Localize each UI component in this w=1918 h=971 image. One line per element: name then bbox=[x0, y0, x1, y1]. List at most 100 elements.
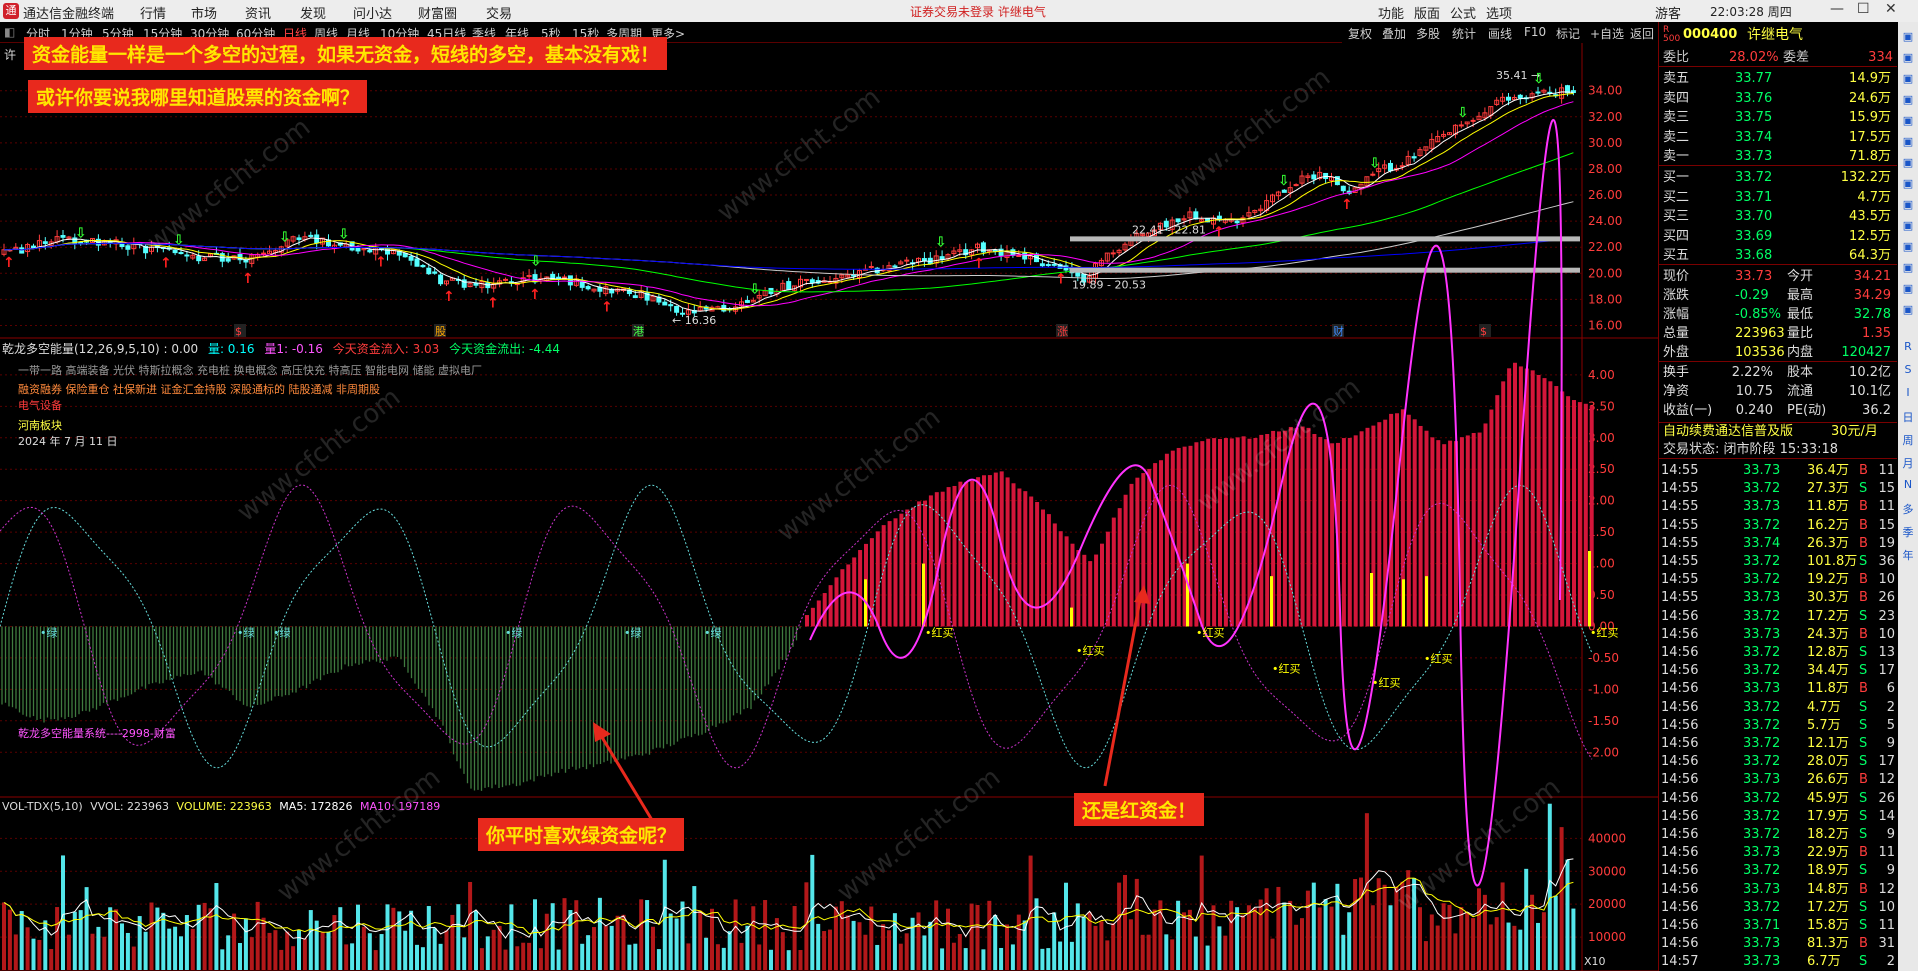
side-tool-item[interactable]: 季 bbox=[1900, 524, 1916, 540]
volume-bar bbox=[857, 922, 862, 970]
red-energy-bar bbox=[805, 615, 809, 627]
red-energy-bar bbox=[1129, 483, 1134, 627]
red-energy-bar bbox=[1548, 381, 1553, 627]
candle-body bbox=[414, 258, 420, 267]
toolbar-duogu[interactable]: 多股 bbox=[1416, 25, 1440, 42]
tick-count: 9 bbox=[1886, 827, 1895, 842]
login-notice[interactable]: 证券交易未登录 许继电气 bbox=[910, 3, 1046, 20]
tick-time: 14:56 bbox=[1661, 663, 1699, 679]
side-tool-item[interactable]: 年 bbox=[1900, 547, 1916, 563]
candle-body bbox=[585, 286, 591, 290]
candle-body bbox=[1045, 264, 1051, 267]
tick-volume: 11.8万 bbox=[1807, 681, 1849, 697]
tick-side: S bbox=[1859, 790, 1868, 806]
tick-row: 14:56 33.72 12.8万 S 13 bbox=[1659, 644, 1897, 662]
menu-item-jiaoyi[interactable]: 交易 bbox=[486, 3, 512, 22]
side-tool-icon[interactable]: ▣ bbox=[1900, 30, 1916, 43]
side-tool-icon[interactable]: ▣ bbox=[1900, 177, 1916, 190]
tick-row: 14:56 33.72 28.0万 S 17 bbox=[1659, 753, 1897, 771]
yellow-signal-bar bbox=[1425, 576, 1428, 627]
side-tool-icon[interactable]: ▣ bbox=[1900, 303, 1916, 316]
side-tool-item[interactable]: 周 bbox=[1900, 432, 1916, 448]
toolbar-diejia[interactable]: 叠加 bbox=[1382, 25, 1406, 42]
tick-count: 14 bbox=[1878, 808, 1895, 824]
red-energy-bar bbox=[1052, 523, 1057, 627]
toolbar-tongji[interactable]: 统计 bbox=[1452, 25, 1476, 42]
menu-item-youke[interactable]: 游客 bbox=[1655, 3, 1681, 22]
volume-bar bbox=[102, 936, 107, 970]
side-tool-icon[interactable]: ▣ bbox=[1900, 219, 1916, 232]
menu-item-hangqing[interactable]: 行情 bbox=[140, 3, 166, 22]
red-energy-bar bbox=[958, 481, 963, 627]
tick-price: 33.73 bbox=[1743, 954, 1781, 970]
menu-item-faxian[interactable]: 发现 bbox=[300, 3, 326, 22]
buy-arrow-icon: ↑ bbox=[601, 299, 613, 315]
volume-bar bbox=[1359, 877, 1363, 970]
stat-value: 34.21 bbox=[1853, 269, 1891, 284]
volume-bar bbox=[1252, 907, 1257, 970]
side-tool-icon[interactable]: ▣ bbox=[1900, 93, 1916, 106]
tick-time: 14:56 bbox=[1661, 626, 1699, 642]
volume-bar bbox=[137, 916, 142, 970]
menu-item-shichang[interactable]: 市场 bbox=[191, 3, 217, 22]
tick-time: 14:56 bbox=[1661, 936, 1699, 952]
toolbar-zixuan[interactable]: +自选 bbox=[1590, 25, 1624, 42]
candle-body bbox=[308, 234, 314, 237]
menu-item-zixun[interactable]: 资讯 bbox=[245, 3, 271, 22]
tick-side: B bbox=[1859, 590, 1868, 606]
volume-bar bbox=[1176, 900, 1181, 970]
volume-bar bbox=[415, 944, 419, 970]
side-tool-item[interactable]: N bbox=[1900, 478, 1916, 491]
candle-body bbox=[1517, 94, 1523, 99]
red-energy-bar bbox=[893, 518, 898, 627]
panel-toggle-icon[interactable]: ◧ bbox=[4, 25, 15, 39]
menu-item-caifuquan[interactable]: 财富圈 bbox=[418, 3, 457, 22]
yellow-signal-bar bbox=[1588, 550, 1591, 627]
side-tool-icon[interactable]: ▣ bbox=[1900, 72, 1916, 85]
menu-item-xuanxiang[interactable]: 选项 bbox=[1486, 3, 1512, 22]
side-tool-icon[interactable]: ▣ bbox=[1900, 114, 1916, 127]
side-tool-item[interactable]: R bbox=[1900, 340, 1916, 353]
toolbar-fuquan[interactable]: 复权 bbox=[1348, 25, 1372, 42]
side-tool-icon[interactable]: ▣ bbox=[1900, 282, 1916, 295]
side-tool-icon[interactable]: ▣ bbox=[1900, 240, 1916, 253]
r-icon[interactable]: R 500 bbox=[1663, 26, 1680, 44]
volume-bar bbox=[90, 933, 95, 970]
promo-text[interactable]: 自动续费通达信普及版 bbox=[1663, 423, 1793, 441]
tick-row: 14:56 33.72 45.9万 S 26 bbox=[1659, 790, 1897, 808]
menu-item-wenxiaoda[interactable]: 问小达 bbox=[353, 3, 392, 22]
bid-price: 33.71 bbox=[1735, 189, 1773, 205]
minimize-icon[interactable]: — bbox=[1830, 1, 1844, 17]
promo-price[interactable]: 30元/月 bbox=[1831, 423, 1878, 441]
stock-name: 许继电气 bbox=[1747, 27, 1803, 43]
sell-arrow-icon: ⇩ bbox=[75, 225, 87, 241]
side-tool-item[interactable]: 月 bbox=[1900, 455, 1916, 471]
side-tool-item[interactable]: I bbox=[1900, 386, 1916, 399]
promo-row[interactable]: 自动续费通达信普及版 30元/月 bbox=[1659, 422, 1897, 440]
maximize-icon[interactable]: ☐ bbox=[1857, 1, 1870, 17]
side-tool-item[interactable]: 日 bbox=[1900, 409, 1916, 425]
close-icon[interactable]: ✕ bbox=[1885, 1, 1897, 17]
side-tool-icon[interactable]: ▣ bbox=[1900, 51, 1916, 64]
toolbar-f10[interactable]: F10 bbox=[1524, 25, 1546, 39]
side-tool-icon[interactable]: ▣ bbox=[1900, 198, 1916, 211]
tick-volume: 24.3万 bbox=[1807, 626, 1849, 642]
tick-time: 14:56 bbox=[1661, 717, 1699, 733]
side-tool-icon[interactable]: ▣ bbox=[1900, 261, 1916, 274]
red-energy-bar bbox=[1524, 368, 1529, 627]
side-tool-item[interactable]: 多 bbox=[1900, 501, 1916, 517]
tick-volume: 12.1万 bbox=[1807, 736, 1849, 751]
menu-item-gongshi[interactable]: 公式 bbox=[1450, 3, 1476, 22]
volume-bar bbox=[120, 923, 124, 970]
range-label-2: 19.89 - 20.53 bbox=[1072, 279, 1146, 292]
side-tool-icon[interactable]: ▣ bbox=[1900, 135, 1916, 148]
ask-label: 卖三 bbox=[1663, 110, 1690, 125]
side-tool-item[interactable]: S bbox=[1900, 363, 1916, 376]
side-tool-icon[interactable]: ▣ bbox=[1900, 156, 1916, 169]
toolbar-biaoji[interactable]: 标记 bbox=[1556, 25, 1580, 42]
red-energy-bar bbox=[1194, 442, 1199, 627]
toolbar-fanhui[interactable]: 返回 bbox=[1630, 25, 1654, 42]
toolbar-huaxian[interactable]: 画线 bbox=[1488, 25, 1512, 42]
menu-item-banmian[interactable]: 版面 bbox=[1414, 3, 1440, 22]
menu-item-gongneng[interactable]: 功能 bbox=[1378, 3, 1404, 22]
